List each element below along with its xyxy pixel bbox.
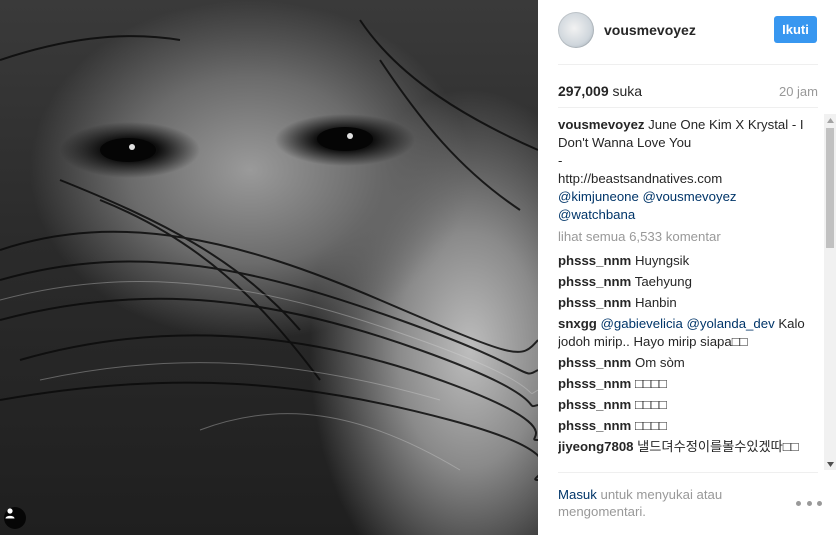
comment-username[interactable]: phsss_nnm [558,253,631,268]
comment-item: snxgg @gabievelicia @yolanda_dev Kalo jo… [558,315,823,351]
comment-username[interactable]: phsss_nnm [558,418,631,433]
comment-text: □□□□ [634,397,667,412]
dot [796,500,801,506]
comment-item: phsss_nnm Taehyung [558,273,823,291]
comment-item: phsss_nnm Om sòm [558,354,823,372]
caption: vousmevoyez June One Kim X Krystal - I D… [558,116,823,224]
comment-item: phsss_nnm □□□□ [558,375,823,393]
photo-hair-strands [0,19,538,481]
footer-divider [558,472,818,473]
comment-text: Huyngsik [634,253,690,268]
triangle-down-icon [826,461,834,467]
scroll-up-arrow-icon[interactable] [824,114,836,126]
avatar[interactable] [558,12,594,48]
view-all-comments-link[interactable]: lihat semua 6,533 komentar [558,228,823,246]
caption-mentions-2[interactable]: @watchbana [558,207,635,222]
comment-item: jiyeong7808 낼드뎌수정이를볼수있겠따□□ [558,438,823,456]
comment-list[interactable]: vousmevoyez June One Kim X Krystal - I D… [558,116,823,472]
post-header: vousmevoyez Ikuti [538,0,836,64]
comment-item: phsss_nnm Huyngsik [558,252,823,270]
comment-username[interactable]: phsss_nnm [558,397,631,412]
comment-text: Taehyung [634,274,692,289]
comment-item: phsss_nnm Hanbin [558,294,823,312]
user-tag-icon[interactable] [4,507,26,529]
comment-username[interactable]: phsss_nnm [558,376,631,391]
comment-text: Om sòm [634,355,685,370]
comment-username[interactable]: phsss_nnm [558,295,631,310]
dot [817,500,822,506]
comment-text: □□□□ [634,418,667,433]
comment-username[interactable]: phsss_nnm [558,355,631,370]
likes-number: 297,009 [558,83,609,99]
post-viewer: vousmevoyez Ikuti 297,009 suka 20 jam vo… [0,0,836,535]
post-time[interactable]: 20 jam [779,84,818,99]
comments-scrollbar[interactable] [824,114,836,470]
stats-divider [558,107,818,108]
more-options-icon[interactable] [796,496,822,510]
dot [806,500,812,506]
login-prompt: Masuk untuk menyukai atau mengomentari. [558,486,758,520]
caption-dash: - [558,153,563,168]
comment-item: phsss_nnm □□□□ [558,417,823,435]
comment-username[interactable]: phsss_nnm [558,274,631,289]
comment-text: Hanbin [634,295,677,310]
scrollbar-thumb[interactable] [826,128,834,248]
follow-button[interactable]: Ikuti [774,16,817,43]
caption-username[interactable]: vousmevoyez [558,117,645,132]
comment-username[interactable]: jiyeong7808 [558,439,634,454]
likes-word: suka [612,83,643,99]
post-photo[interactable] [0,0,538,535]
triangle-up-icon [826,117,834,123]
likes-count[interactable]: 297,009 suka [558,83,642,99]
header-username[interactable]: vousmevoyez [604,22,696,38]
caption-mentions-1[interactable]: @kimjuneone @vousmevoyez [558,189,737,204]
comment-text: □□□□ [634,376,667,391]
comment-text: 낼드뎌수정이를볼수있겠따□□ [637,439,799,454]
post-side-panel: vousmevoyez Ikuti 297,009 suka 20 jam vo… [538,0,836,535]
header-divider [558,64,818,65]
comment-username[interactable]: snxgg [558,316,597,331]
scroll-down-arrow-icon[interactable] [824,458,836,470]
comment-item: phsss_nnm □□□□ [558,396,823,414]
comment-mentions[interactable]: @gabievelicia @yolanda_dev [601,316,775,331]
login-link[interactable]: Masuk [558,487,597,502]
caption-url: http://beastsandnatives.com [558,171,723,186]
user-icon [5,508,15,519]
